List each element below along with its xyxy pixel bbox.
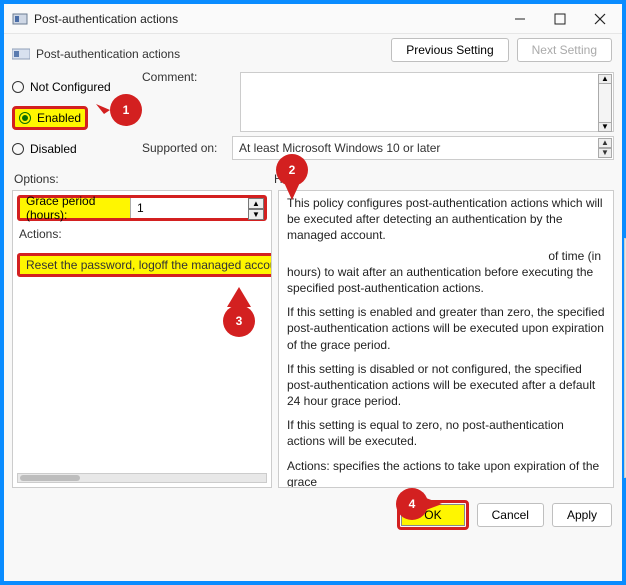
options-label: Options: (14, 172, 274, 186)
radio-icon (19, 112, 31, 124)
policy-icon (12, 11, 28, 27)
scroll-down-icon[interactable]: ▼ (598, 122, 612, 132)
close-button[interactable] (580, 5, 620, 33)
supported-on-label: Supported on: (142, 141, 232, 155)
radio-enabled[interactable]: Enabled (12, 106, 88, 130)
horizontal-scrollbar[interactable] (17, 473, 267, 483)
radio-label: Disabled (30, 142, 77, 156)
help-paragraph: If this setting is disabled or not confi… (279, 357, 613, 414)
actions-dropdown-value: Reset the password, logoff the managed a… (17, 253, 272, 277)
grace-period-label: Grace period (hours): (20, 192, 130, 224)
maximize-button[interactable] (540, 5, 580, 33)
help-paragraph: If this setting is equal to zero, no pos… (279, 413, 613, 453)
annotation-bubble-3: 3 (219, 287, 259, 339)
help-pane: This policy configures post-authenticati… (278, 190, 614, 488)
grace-period-field[interactable]: Grace period (hours): 1 ▲ ▼ (17, 195, 267, 221)
policy-icon (12, 47, 30, 61)
radio-icon (12, 143, 24, 155)
annotation-bubble-2: 2 (272, 152, 312, 200)
help-paragraph: xxxxxxxxxxxxxxxxxxxxxxxxxxxxxxxxxxxxxxxx… (279, 248, 613, 301)
actions-dropdown[interactable]: Reset the password, logoff the managed a… (17, 253, 272, 279)
comment-textarea[interactable]: ▲ ▼ (240, 72, 614, 132)
help-paragraph: If this setting is enabled and greater t… (279, 300, 613, 357)
next-setting-button[interactable]: Next Setting (517, 38, 612, 62)
titlebar: Post-authentication actions (4, 4, 622, 34)
stepper-down-icon[interactable]: ▼ (248, 209, 264, 220)
radio-icon (12, 81, 24, 93)
options-pane: Grace period (hours): 1 ▲ ▼ Actions: Res… (12, 190, 272, 488)
apply-button[interactable]: Apply (552, 503, 612, 527)
window-title: Post-authentication actions (34, 12, 500, 26)
radio-disabled[interactable]: Disabled (12, 142, 142, 156)
scrollbar-thumb[interactable] (20, 475, 80, 481)
stepper-up-icon[interactable]: ▲ (248, 198, 264, 209)
cancel-button[interactable]: Cancel (477, 503, 544, 527)
annotation-bubble-4: 4 (394, 486, 442, 522)
help-paragraph: Actions: specifies the actions to take u… (279, 454, 613, 488)
scroll-down-icon[interactable]: ▼ (598, 148, 612, 158)
scroll-up-icon[interactable]: ▲ (598, 74, 612, 84)
page-title: Post-authentication actions (36, 47, 383, 61)
help-paragraph: This policy configures post-authenticati… (279, 191, 613, 248)
comment-label: Comment: (142, 70, 232, 132)
minimize-button[interactable] (500, 5, 540, 33)
actions-label: Actions: (19, 227, 265, 241)
radio-label: Enabled (37, 111, 81, 125)
previous-setting-button[interactable]: Previous Setting (391, 38, 508, 62)
scroll-up-icon[interactable]: ▲ (598, 138, 612, 148)
grace-period-value[interactable]: 1 (130, 198, 248, 218)
annotation-bubble-1: 1 (96, 92, 142, 128)
